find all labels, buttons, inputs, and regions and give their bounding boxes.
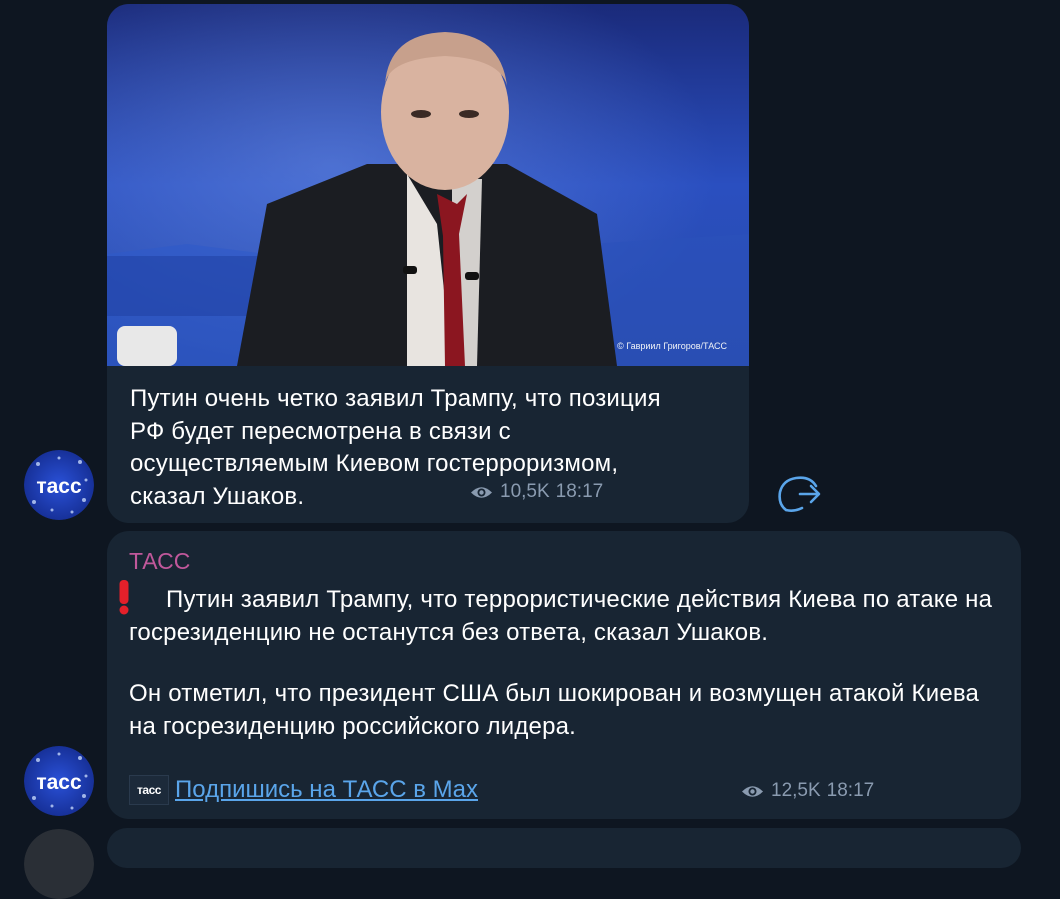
message-text: Он отметил, что президент США был шокиро… [129,680,980,740]
svg-text:тасс: тасс [36,771,82,794]
message-bubble[interactable] [107,828,1021,868]
views-count: 12,5K [771,780,821,801]
avatar[interactable]: тасс [24,450,94,520]
message-text: Путин очень четко заявил Трампу, что поз… [130,385,661,510]
message-time: 18:17 [555,481,604,502]
views-count: 10,5K [500,481,550,502]
avatar[interactable]: тасс [24,746,94,816]
photo-credit: © Гавриил Григоров/ТАСС [617,341,727,351]
avatar[interactable] [24,829,94,899]
subscribe-row[interactable]: тасс Подпишись на ТАСС в Max [129,775,478,805]
message-bubble[interactable]: ТАСС Путин заявил Трампу, что террористи… [107,531,1021,819]
eye-icon [742,785,763,797]
message-meta: 12,5K 18:17 [741,780,874,802]
message-photo[interactable]: © Гавриил Григоров/ТАСС [107,4,749,366]
sender-name[interactable]: ТАСС [129,548,190,575]
share-icon [778,476,821,512]
eye-icon [471,486,492,498]
share-button[interactable] [774,470,826,516]
subscribe-link[interactable]: Подпишись на ТАСС в Max [175,776,478,804]
message-time: 18:17 [826,780,875,801]
tass-logo: тасс [129,775,169,805]
message-text: Путин заявил Трампу, что террористически… [129,586,993,646]
message-bubble[interactable]: © Гавриил Григоров/ТАСС Путин очень четк… [107,4,749,523]
svg-text:тасс: тасс [36,475,82,498]
message-meta: 10,5K 18:17 [470,481,603,503]
